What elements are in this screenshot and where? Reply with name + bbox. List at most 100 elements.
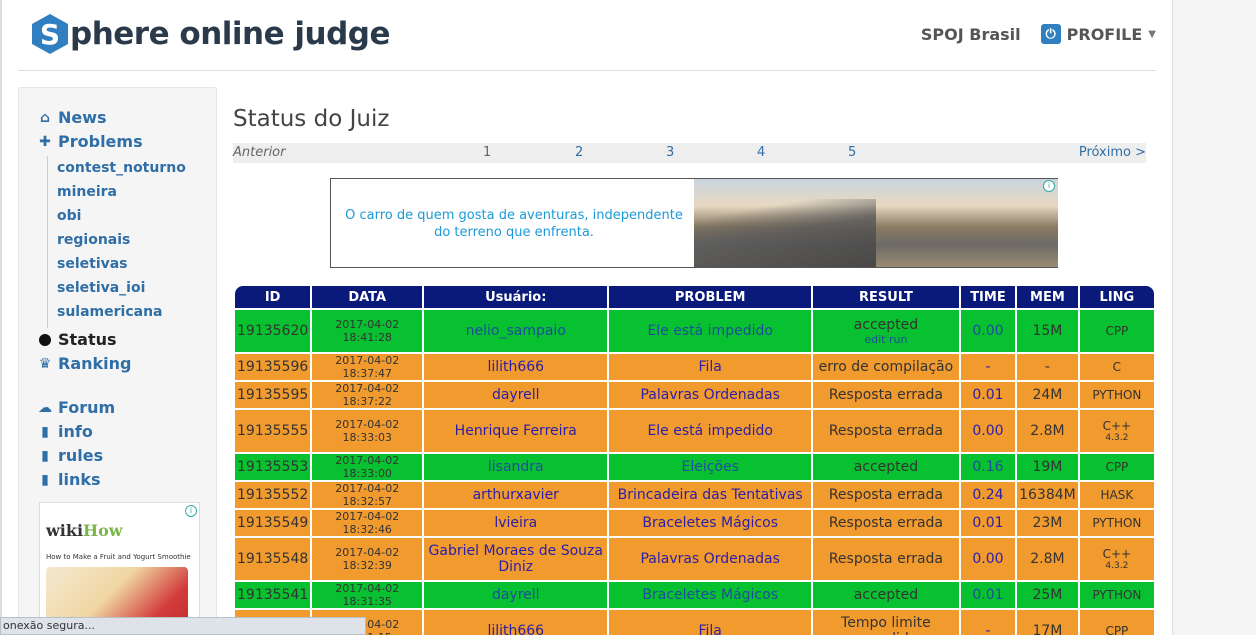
col-result-header[interactable]: RESULT [813, 286, 959, 308]
problem-link[interactable]: Eleições [681, 459, 738, 475]
cell-date: 2017-04-02 18:33:00 [312, 454, 423, 480]
col-lang-header[interactable]: LING [1079, 286, 1154, 308]
cell-user: lilith666 [424, 354, 608, 380]
col-problem-header[interactable]: PROBLEM [609, 286, 812, 308]
time-value[interactable]: 0.00 [972, 551, 1003, 567]
result-text: Resposta errada [828, 387, 944, 403]
cell-problem: Braceletes Mágicos [609, 510, 812, 536]
user-link[interactable]: Henrique Ferreira [455, 423, 577, 439]
sidebar-info-label: info [58, 422, 93, 441]
sidebar-sub-obi[interactable]: obi [57, 208, 81, 224]
cell-user: lisandra [424, 454, 608, 480]
lang-text: PYTHON [1092, 388, 1142, 402]
user-link[interactable]: lvieira [494, 515, 537, 531]
puzzle-icon: ✚ [39, 133, 51, 150]
cell-user: nelio_sampaio [424, 310, 608, 352]
problem-link[interactable]: Ele está impedido [647, 423, 772, 439]
sidebar-item-problems[interactable]: ✚ Problems [37, 132, 143, 151]
problem-link[interactable]: Palavras Ordenadas [640, 551, 779, 567]
sidebar-item-info[interactable]: ▮ info [37, 422, 93, 441]
lang-text: PYTHON [1092, 516, 1142, 530]
table-row: 19135555 2017-04-02 18:33:03 Henrique Ferr… [235, 410, 1154, 452]
sidebar-sub-contest-noturno[interactable]: contest_noturno [57, 160, 186, 176]
cell-id: 19135548 [235, 538, 311, 580]
sidebar-item-news[interactable]: ⌂ News [37, 108, 107, 127]
left-edge [0, 0, 2, 635]
cell-time: - [960, 354, 1016, 380]
sidebar-sub-mineira[interactable]: mineira [57, 184, 117, 200]
problem-link[interactable]: Fila [698, 623, 721, 635]
col-user-header[interactable]: Usuário: [424, 286, 608, 308]
pager-page-1[interactable]: 1 [483, 145, 491, 160]
file-icon: ▮ [41, 447, 49, 464]
cell-user: dayrell [424, 582, 608, 608]
lang-text: CPP [1105, 324, 1129, 338]
pager-page-3[interactable]: 3 [666, 145, 674, 160]
power-icon: ⏻ [1040, 24, 1061, 44]
sidebar-news-label: News [58, 108, 107, 127]
time-value: - [985, 359, 991, 375]
time-value[interactable]: 0.00 [972, 323, 1003, 339]
edit-run-links[interactable]: edit run [815, 333, 957, 346]
time-value[interactable]: 0.24 [972, 487, 1003, 503]
profile-menu[interactable]: ⏻ PROFILE ▼ [1040, 24, 1156, 44]
cell-user: arthurxavier [424, 482, 608, 508]
sidebar-sub-seletivas[interactable]: seletivas [57, 256, 128, 272]
col-data-header[interactable]: DATA [312, 286, 423, 308]
pager-page-5[interactable]: 5 [848, 145, 856, 160]
user-link[interactable]: dayrell [492, 587, 540, 603]
user-link[interactable]: Gabriel Moraes de Souza Diniz [429, 543, 603, 575]
user-link[interactable]: lisandra [488, 459, 544, 475]
sidebar-sub-seletiva-ioi[interactable]: seletiva_ioi [57, 280, 145, 296]
cell-date: 2017-04-02 18:32:39 [312, 538, 423, 580]
cell-mem: 19M [1017, 454, 1078, 480]
cell-mem: 24M [1017, 382, 1078, 408]
user-link[interactable]: arthurxavier [473, 487, 559, 503]
cell-lang: C++ 4.3.2 [1079, 410, 1154, 452]
user-link[interactable]: dayrell [492, 387, 540, 403]
user-link[interactable]: lilith666 [487, 623, 544, 635]
sidebar-item-rules[interactable]: ▮ rules [37, 446, 103, 465]
problem-link[interactable]: Braceletes Mágicos [642, 515, 778, 531]
col-time-header[interactable]: TIME [960, 286, 1016, 308]
problem-link[interactable]: Brincadeira das Tentativas [618, 487, 803, 503]
pager-page-4[interactable]: 4 [757, 145, 765, 160]
user-link[interactable]: lilith666 [487, 359, 544, 375]
problem-link[interactable]: Ele está impedido [647, 323, 772, 339]
sidebar-problems-label: Problems [58, 132, 143, 151]
wikihow-ad[interactable]: i wikiHow How to Make a Fruit and Yogurt… [39, 502, 200, 635]
sidebar-item-status[interactable]: Status [37, 330, 117, 349]
sidebar-item-forum[interactable]: ☁ Forum [37, 398, 115, 417]
wikihow-caption: How to Make a Fruit and Yogurt Smoothie [46, 553, 191, 561]
sidebar-item-links[interactable]: ▮ links [37, 470, 100, 489]
table-row: 19135620 2017-04-02 18:41:28 nelio_sampaio… [235, 310, 1154, 352]
time-value[interactable]: 0.01 [972, 587, 1003, 603]
problem-link[interactable]: Palavras Ordenadas [640, 387, 779, 403]
time-value[interactable]: 0.16 [972, 459, 1003, 475]
time-value[interactable]: 0.01 [972, 387, 1003, 403]
lang-text: C++ [1102, 547, 1132, 561]
banner-ad[interactable]: O carro de quem gosta de aventuras, inde… [330, 178, 1058, 268]
cell-problem: Ele está impedido [609, 410, 812, 452]
col-mem-header[interactable]: MEM [1017, 286, 1078, 308]
ad-info-icon[interactable]: i [1043, 180, 1055, 192]
pager-next[interactable]: Próximo > [1079, 145, 1146, 160]
sidebar-sub-regionais[interactable]: regionais [57, 232, 130, 248]
pager-page-2[interactable]: 2 [575, 145, 583, 160]
ad-info-icon[interactable]: i [185, 505, 197, 517]
user-link[interactable]: nelio_sampaio [466, 323, 566, 339]
site-logo[interactable]: S phere online judge [32, 14, 391, 54]
cell-problem: Palavras Ordenadas [609, 382, 812, 408]
time-value[interactable]: 0.00 [972, 423, 1003, 439]
table-header-row: ID DATA Usuário: PROBLEM RESULT TIME MEM… [235, 286, 1154, 308]
sidebar-sub-sulamericana[interactable]: sulamericana [57, 304, 163, 320]
sidebar-item-ranking[interactable]: ♛ Ranking [37, 354, 132, 373]
col-id-header[interactable]: ID [235, 286, 311, 308]
cell-date: 2017-04-02 18:31:35 [312, 582, 423, 608]
spoj-brasil-link[interactable]: SPOJ Brasil [921, 25, 1021, 44]
cell-date: 2017-04-02 18:37:22 [312, 382, 423, 408]
sidebar: ⌂ News ✚ Problems contest_noturno mineir… [18, 87, 217, 635]
problem-link[interactable]: Braceletes Mágicos [642, 587, 778, 603]
problem-link[interactable]: Fila [698, 359, 721, 375]
time-value[interactable]: 0.01 [972, 515, 1003, 531]
